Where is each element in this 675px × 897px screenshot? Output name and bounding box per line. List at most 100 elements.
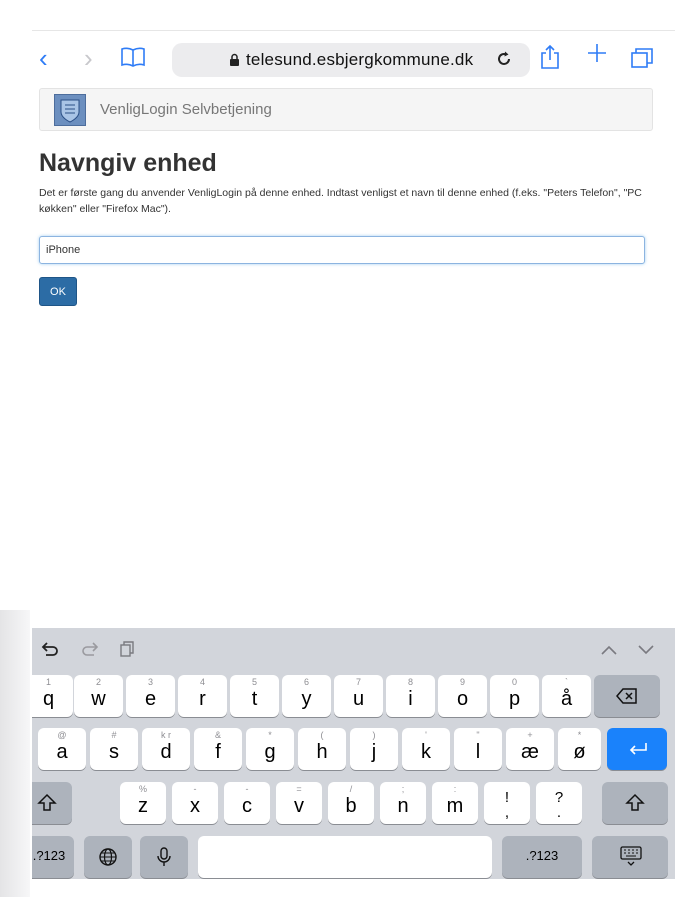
address-bar[interactable]: telesund.esbjergkommune.dk: [172, 43, 530, 77]
key-q[interactable]: 1q: [32, 675, 73, 717]
key-x[interactable]: -x: [172, 782, 218, 824]
space-bar[interactable]: [198, 836, 492, 878]
key-y[interactable]: 6y: [282, 675, 331, 717]
key-label: ? .: [554, 789, 564, 821]
hide-keyboard-key[interactable]: [592, 836, 668, 878]
next-field-chevron-icon[interactable]: [637, 640, 655, 660]
key-aa[interactable]: ` å: [542, 675, 591, 717]
back-chevron-icon[interactable]: ‹: [39, 45, 48, 71]
key-u[interactable]: 7u: [334, 675, 383, 717]
key-label: .?123: [32, 848, 66, 863]
key-hint: ;: [401, 784, 405, 794]
key-p[interactable]: 0p: [490, 675, 539, 717]
key-hint: 2: [95, 677, 101, 687]
key-ae[interactable]: + æ: [506, 728, 554, 770]
key-f[interactable]: & f: [194, 728, 242, 770]
key-hint: 4: [199, 677, 205, 687]
key-b[interactable]: / b: [328, 782, 374, 824]
key-j[interactable]: ) j: [350, 728, 398, 770]
key-label: .?123: [525, 848, 559, 863]
device-name-input[interactable]: [39, 236, 645, 264]
new-tab-plus-icon[interactable]: [586, 42, 608, 69]
key-c[interactable]: -c: [224, 782, 270, 824]
key-w[interactable]: 2w: [74, 675, 123, 717]
key-hint: #: [111, 730, 117, 740]
return-key[interactable]: [607, 728, 667, 770]
globe-key[interactable]: [84, 836, 132, 878]
undo-icon[interactable]: [40, 640, 60, 662]
key-hint: =: [296, 784, 302, 794]
key-label: ø: [573, 741, 586, 763]
key-hint: 3: [147, 677, 153, 687]
numbers-key-right[interactable]: .?123: [502, 836, 582, 878]
globe-icon: [98, 847, 118, 872]
microphone-icon: [156, 846, 172, 873]
key-m[interactable]: :m: [432, 782, 478, 824]
bookmarks-book-icon[interactable]: [120, 47, 146, 72]
share-icon[interactable]: [540, 44, 560, 75]
key-hint: *: [577, 730, 582, 740]
key-label: e: [144, 688, 157, 710]
key-hint: ": [476, 730, 480, 740]
forward-chevron-icon[interactable]: ›: [84, 45, 93, 71]
key-hint: :: [453, 784, 457, 794]
ipad-screen: ‹ › telesund.esbjergkommune.dk VenligLog…: [32, 30, 675, 879]
key-t[interactable]: 5t: [230, 675, 279, 717]
on-screen-keyboard: 1q 2w 3e 4r 5t 6y 7u 8i 9o 0p ` å @ a # s k…: [32, 628, 675, 879]
brand-name[interactable]: VenligLogin Selvbetjening: [100, 101, 272, 118]
key-question-period[interactable]: ? .: [536, 782, 582, 824]
redo-icon[interactable]: [80, 640, 100, 662]
key-hint: (: [320, 730, 324, 740]
paste-icon[interactable]: [118, 640, 136, 662]
key-label: w: [91, 688, 106, 710]
key-r[interactable]: 4r: [178, 675, 227, 717]
key-e[interactable]: 3e: [126, 675, 175, 717]
safari-toolbar: ‹ › telesund.esbjergkommune.dk: [32, 31, 675, 86]
key-v[interactable]: = v: [276, 782, 322, 824]
reload-icon[interactable]: [495, 50, 513, 73]
return-arrow-icon: [627, 741, 649, 762]
key-hint: 0: [511, 677, 517, 687]
key-z[interactable]: % z: [120, 782, 166, 824]
shift-key-right[interactable]: [602, 782, 668, 824]
key-hint: 6: [303, 677, 309, 687]
key-label: k: [421, 741, 431, 763]
key-label: b: [345, 795, 357, 817]
key-hint: 7: [355, 677, 361, 687]
key-n[interactable]: ; n: [380, 782, 426, 824]
key-hint: &: [214, 730, 221, 740]
key-exclamation-comma[interactable]: ! ,: [484, 782, 530, 824]
key-s[interactable]: # s: [90, 728, 138, 770]
key-label: j: [371, 741, 377, 763]
numbers-key-left[interactable]: .?123: [32, 836, 74, 878]
dictation-key[interactable]: [140, 836, 188, 878]
delete-key[interactable]: [594, 675, 660, 717]
key-a[interactable]: @ a: [38, 728, 86, 770]
shift-key-left[interactable]: [32, 782, 72, 824]
key-i[interactable]: 8i: [386, 675, 435, 717]
keyboard-shortcut-bar: [32, 628, 675, 668]
key-l[interactable]: " l: [454, 728, 502, 770]
key-oe[interactable]: * ø: [558, 728, 601, 770]
key-label: ! ,: [504, 789, 510, 821]
key-d[interactable]: k rd: [142, 728, 190, 770]
key-g[interactable]: * g: [246, 728, 294, 770]
tabs-overview-icon[interactable]: [630, 47, 654, 74]
key-k[interactable]: ' k: [402, 728, 450, 770]
key-hint: k r: [161, 730, 171, 740]
instructions-text: Det er første gang du anvender VenligLog…: [39, 187, 642, 215]
keyboard-dismiss-icon: [619, 845, 643, 872]
key-hint: @: [57, 730, 67, 740]
key-label: n: [397, 795, 409, 817]
key-o[interactable]: 9o: [438, 675, 487, 717]
previous-field-chevron-icon[interactable]: [600, 640, 618, 660]
key-h[interactable]: (h: [298, 728, 346, 770]
key-label: å: [560, 688, 573, 710]
key-label: s: [109, 741, 119, 763]
lock-icon: [229, 53, 240, 72]
key-label: o: [456, 688, 469, 710]
key-label: a: [56, 741, 68, 763]
key-hint: -: [193, 784, 197, 794]
ok-button[interactable]: OK: [39, 277, 77, 306]
key-hint: 9: [459, 677, 465, 687]
